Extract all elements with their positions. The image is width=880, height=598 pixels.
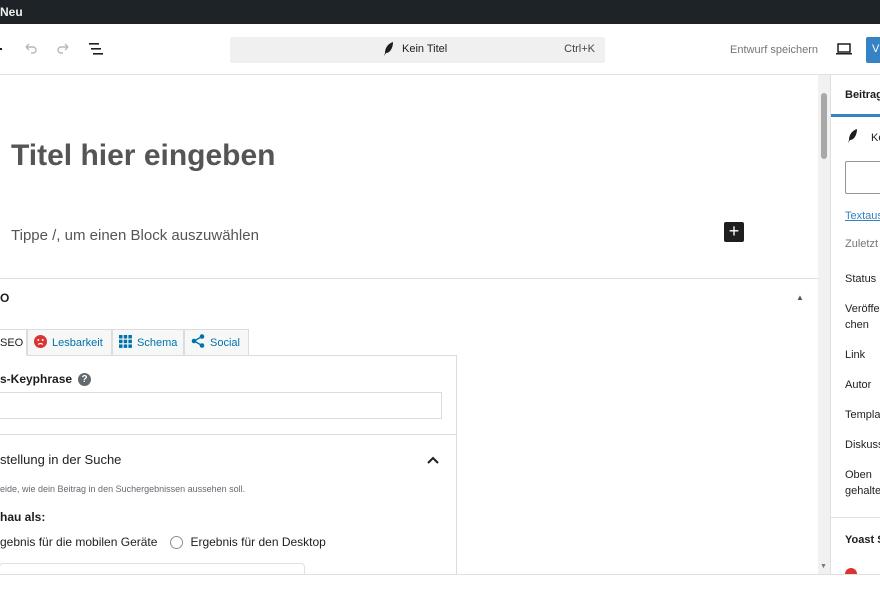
scrollbar-thumb[interactable]	[821, 93, 827, 159]
tab-seo-label: SEO	[0, 336, 24, 349]
publish-date-label: Veröffer	[845, 303, 880, 315]
publish-date-label-2: chen	[845, 319, 869, 331]
sidebar-post-title: Ke	[871, 132, 880, 144]
share-icon	[191, 334, 205, 351]
admin-bar: Neu	[0, 0, 880, 24]
command-palette-button[interactable]: Kein Titel Ctrl+K	[230, 37, 605, 63]
preview-icon[interactable]	[836, 42, 852, 60]
snippet-preview	[0, 563, 305, 574]
excerpt-link[interactable]: Textaus	[845, 208, 880, 224]
sticky-label: Oben	[845, 469, 872, 481]
desktop-result-label[interactable]: Ergebnis für den Desktop	[190, 535, 325, 549]
sticky-label-2: gehalte	[845, 485, 880, 497]
tab-lesbarkeit-label: Lesbarkeit	[52, 336, 103, 349]
settings-sidebar: Beitrag Ke Textaus Zuletzt Status Veröff…	[830, 75, 880, 574]
active-tab-indicator	[831, 114, 880, 117]
publish-button[interactable]: V	[866, 37, 880, 63]
collapse-caret-icon[interactable]: ▲	[796, 293, 804, 302]
editor-canvas: Titel hier eingeben Tippe /, um einen Bl…	[0, 75, 818, 574]
sad-face-icon	[34, 334, 47, 351]
command-shortcut: Ctrl+K	[564, 43, 595, 55]
chevron-up-icon[interactable]	[426, 452, 440, 470]
author-label: Autor	[845, 379, 872, 391]
discussion-label: Diskuss	[845, 439, 880, 451]
tab-post-label: Beitrag	[845, 89, 880, 101]
link-label: Link	[845, 349, 866, 361]
tab-social[interactable]: Social	[184, 329, 249, 356]
mobile-result-label[interactable]: gebnis für die mobilen Geräte	[0, 535, 157, 549]
list-view-icon[interactable]	[86, 38, 108, 60]
tab-schema-label: Schema	[137, 336, 178, 349]
desktop-radio[interactable]	[170, 535, 184, 549]
editor-footer	[0, 574, 880, 598]
editor-header: Kein Titel Ctrl+K Entwurf speichern V	[0, 24, 880, 75]
help-icon[interactable]: ?	[78, 372, 92, 386]
tab-schema[interactable]: Schema	[112, 329, 184, 356]
keyphrase-label-text: s-Keyphrase	[0, 372, 73, 386]
redo-icon[interactable]	[52, 38, 74, 60]
tab-seo[interactable]: SEO	[0, 329, 27, 356]
panel-divider	[0, 434, 456, 435]
tab-social-label: Social	[210, 336, 240, 349]
new-menu-label[interactable]: Neu	[0, 5, 23, 19]
post-title-input[interactable]: Titel hier eingeben	[11, 139, 276, 173]
add-block-button[interactable]: +	[724, 222, 744, 242]
last-edited-label: Zuletzt	[845, 238, 879, 250]
yoast-metabox-title[interactable]: O	[0, 291, 9, 305]
preview-as-label: hau als:	[0, 510, 46, 524]
undo-icon[interactable]	[20, 38, 42, 60]
command-title: Kein Titel	[402, 43, 448, 55]
keyphrase-input[interactable]	[0, 392, 442, 419]
grid-icon	[119, 334, 132, 351]
template-label: Templat	[845, 409, 880, 421]
sidebar-title-field[interactable]	[845, 161, 880, 194]
block-placeholder[interactable]: Tippe /, um einen Block auszuwählen	[11, 227, 259, 244]
meta-box-divider	[0, 278, 818, 279]
tab-lesbarkeit[interactable]: Lesbarkeit	[27, 329, 112, 356]
feather-icon	[383, 42, 395, 61]
yoast-panel-title[interactable]: Yoast S	[845, 532, 880, 548]
sidebar-divider	[831, 517, 880, 518]
seo-panel: s-Keyphrase ? stellung in der Suche eide…	[0, 355, 457, 574]
keyphrase-label: s-Keyphrase ?	[0, 372, 92, 386]
block-inserter-icon[interactable]	[0, 38, 16, 60]
editor-scrollbar[interactable]: ▼	[818, 75, 830, 574]
search-appearance-heading[interactable]: stellung in der Suche	[0, 452, 121, 467]
scroll-down-arrow-icon[interactable]: ▼	[820, 563, 827, 570]
search-appearance-description: eide, wie dein Beitrag in den Suchergebn…	[0, 484, 246, 494]
preview-mode-options: gebnis für die mobilen Geräte Ergebnis f…	[0, 535, 326, 549]
feather-icon	[847, 129, 859, 148]
save-draft-button[interactable]: Entwurf speichern	[730, 44, 818, 56]
status-label: Status	[845, 273, 877, 285]
tab-post[interactable]: Beitrag	[831, 75, 880, 117]
